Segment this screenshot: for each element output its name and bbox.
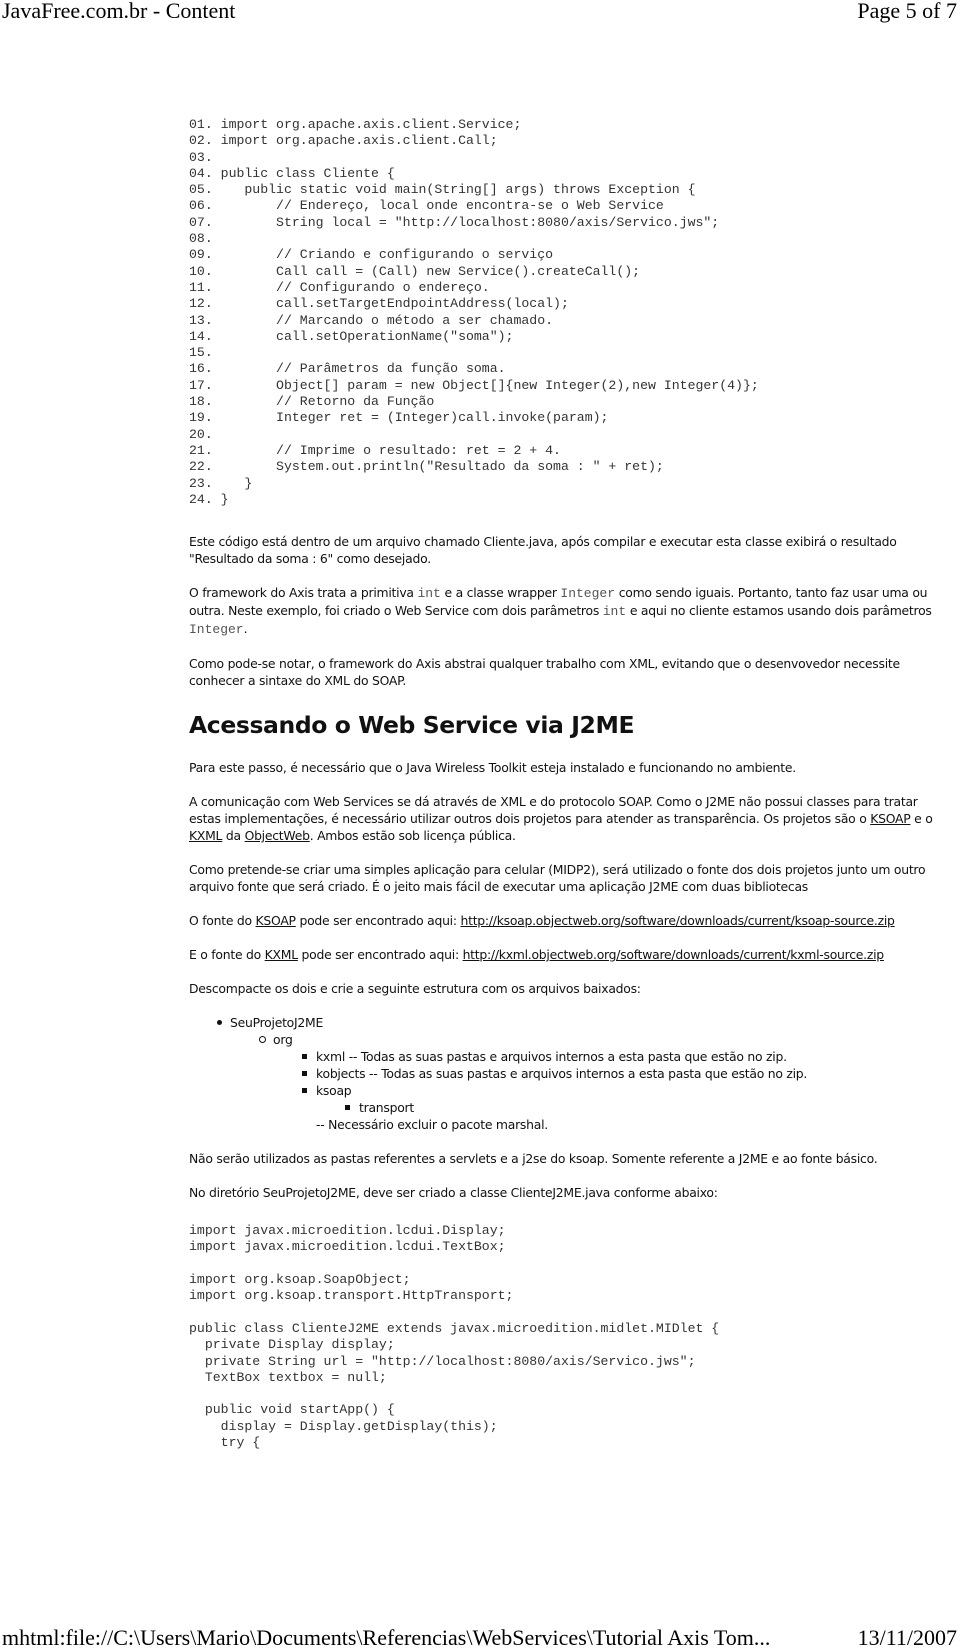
paragraph-wtk: Para este passo, é necessário que o Java… [189, 760, 796, 776]
inline-code: int [602, 604, 627, 620]
paragraph-int-integer: O framework do Axis trata a primitiva in… [189, 585, 932, 638]
link-ksoap[interactable]: KSOAP [870, 811, 910, 826]
disc-bullet-icon [217, 1020, 222, 1026]
page-indicator: Page 5 of 7 [857, 0, 957, 23]
code-line: 02. import org.apache.axis.client.Call; [189, 133, 498, 149]
code-line: public void startApp() { [189, 1402, 395, 1418]
paragraph-kxml-source: E o fonte do KXML pode ser encontrado aq… [189, 947, 885, 963]
inline-code: Integer [189, 622, 244, 638]
print-header: JavaFree.com.br - Content Page 5 of 7 [0, 0, 960, 26]
link-ksoap-name[interactable]: KSOAP [256, 913, 296, 928]
code-block-clientej2me: import javax.microedition.lcdui.Display;… [189, 1223, 949, 1451]
code-line: 01. import org.apache.axis.client.Servic… [189, 117, 522, 132]
tree-item-note: -- Necessário excluir o pacote marshal. [316, 1117, 548, 1133]
square-bullet-icon [302, 1071, 307, 1077]
footer-date: 13/11/2007 [857, 1625, 957, 1650]
code-line: display = Display.getDisplay(this); [189, 1418, 498, 1434]
footer-path: mhtml:file://C:\Users\Mario\Documents\Re… [2, 1625, 771, 1650]
tree-item-org: org [189, 1031, 949, 1048]
code-line: 17. Object[] param = new Object[]{new In… [189, 377, 759, 393]
tree-item-ksoap: ksoap [189, 1082, 949, 1099]
code-line: 18. // Retorno da Função [189, 394, 435, 410]
code-line: 04. public class Cliente { [189, 165, 395, 181]
code-line: 21. // Imprime o resultado: ret = 2 + 4. [189, 442, 561, 458]
section-title: Acessando o Web Service via J2ME [189, 711, 635, 740]
print-footer: mhtml:file://C:\Users\Mario\Documents\Re… [0, 1626, 960, 1652]
header-title: JavaFree.com.br - Content [2, 0, 236, 23]
code-line: TextBox textbox = null; [189, 1369, 387, 1385]
code-line: 24. } [189, 491, 229, 507]
code-line: 10. Call call = (Call) new Service().cre… [189, 263, 641, 279]
code-line: 20. [189, 426, 213, 442]
square-bullet-icon [302, 1088, 307, 1094]
link-ksoap-download[interactable]: http://ksoap.objectweb.org/software/down… [460, 913, 894, 928]
page-content: 01. import org.apache.axis.client.Servic… [189, 117, 949, 1451]
square-bullet-icon [302, 1054, 307, 1060]
link-kxml-download[interactable]: http://kxml.objectweb.org/software/downl… [463, 947, 885, 962]
code-line: 05. public static void main(String[] arg… [189, 182, 696, 198]
paragraph-create-class: No diretório SeuProjetoJ2ME, deve ser cr… [189, 1185, 718, 1201]
code-line: 13. // Marcando o método a ser chamado. [189, 312, 554, 328]
code-line: public class ClienteJ2ME extends javax.m… [189, 1320, 720, 1336]
paragraph-not-used: Não serão utilizados as pastas referente… [189, 1151, 878, 1167]
code-line: 07. String local = "http://localhost:808… [189, 214, 720, 230]
code-line: 14. call.setOperationName("soma"); [189, 328, 514, 344]
code-line: 08. [189, 231, 213, 247]
code-line: import org.ksoap.transport.HttpTransport… [189, 1288, 514, 1304]
inline-code: int [417, 586, 441, 602]
code-line: 19. Integer ret = (Integer)call.invoke(p… [189, 410, 609, 426]
link-kxml-name[interactable]: KXML [265, 947, 298, 962]
code-line: import javax.microedition.lcdui.Display; [189, 1223, 506, 1239]
folder-tree: SeuProjetoJ2ME org kxml -- Todas as suas… [189, 1014, 949, 1133]
tree-item-transport: transport [189, 1099, 949, 1116]
paragraph-unzip: Descompacte os dois e crie a seguinte es… [189, 981, 641, 997]
tree-item-root: SeuProjetoJ2ME [189, 1014, 949, 1031]
code-line: 23. } [189, 475, 253, 491]
tree-item-kxml: kxml -- Todas as suas pastas e arquivos … [189, 1048, 949, 1065]
code-line: 03. [189, 149, 213, 165]
paragraph-communication: A comunicação com Web Services se dá atr… [189, 794, 933, 844]
inline-code: Integer [560, 586, 616, 602]
code-line: 11. // Configurando o endereço. [189, 279, 490, 295]
code-line: 22. System.out.println("Resultado da som… [189, 459, 664, 475]
link-objectweb[interactable]: ObjectWeb [245, 828, 310, 843]
code-line: import javax.microedition.lcdui.TextBox; [189, 1239, 506, 1255]
code-line: 06. // Endereço, local onde encontra-se … [189, 198, 664, 214]
code-line: 15. [189, 345, 213, 361]
link-kxml[interactable]: KXML [189, 828, 222, 843]
code-line: private String url = "http://localhost:8… [189, 1353, 696, 1369]
paragraph-ksoap-source: O fonte do KSOAP pode ser encontrado aqu… [189, 913, 895, 929]
code-line: try { [189, 1434, 261, 1450]
code-line: 12. call.setTargetEndpointAddress(local)… [189, 296, 569, 312]
code-line: 09. // Criando e configurando o serviço [189, 247, 554, 263]
code-block-cliente: 01. import org.apache.axis.client.Servic… [189, 117, 949, 508]
code-line: import org.ksoap.SoapObject; [189, 1272, 411, 1288]
circle-bullet-icon [259, 1036, 266, 1044]
code-line: 16. // Parâmetros da função soma. [189, 361, 506, 377]
paragraph-midp2: Como pretende-se criar uma simples aplic… [189, 862, 926, 895]
tree-item-kobjects: kobjects -- Todas as suas pastas e arqui… [189, 1065, 949, 1082]
code-line: private Display display; [189, 1337, 395, 1353]
square-bullet-icon [345, 1105, 350, 1111]
paragraph-result: Este código está dentro de um arquivo ch… [189, 534, 897, 567]
paragraph-axis-abstracts: Como pode-se notar, o framework do Axis … [189, 656, 900, 689]
